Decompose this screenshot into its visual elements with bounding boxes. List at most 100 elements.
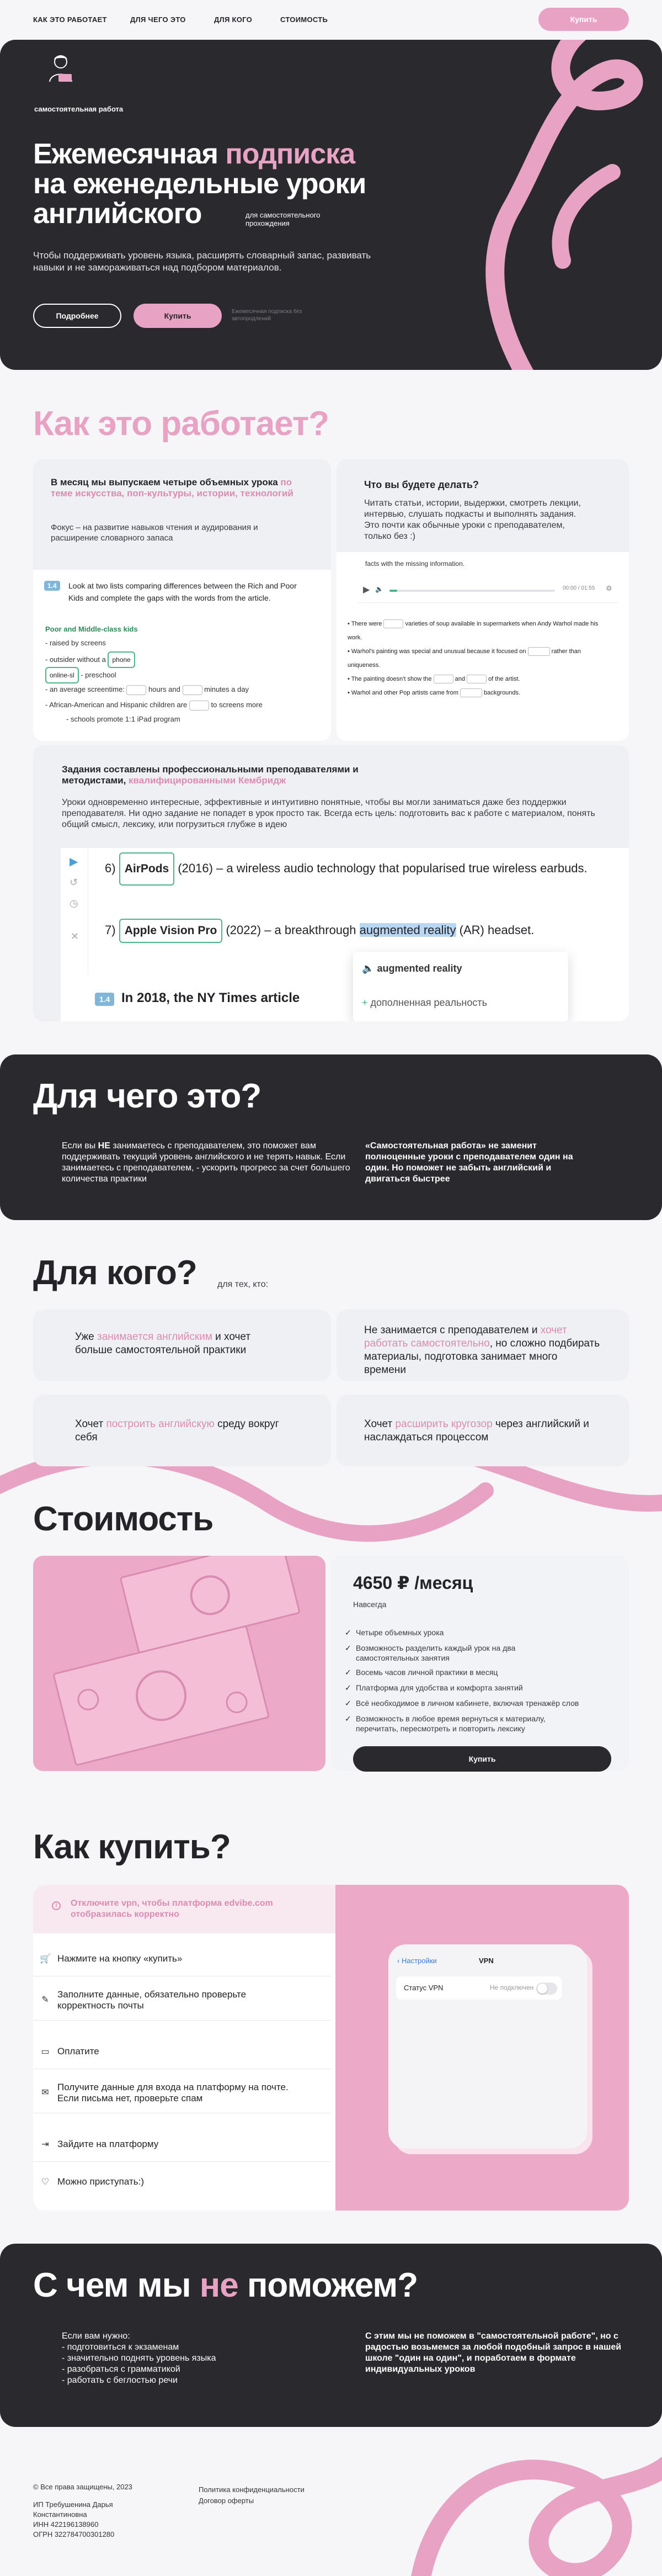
settings-icon[interactable]: ⚙ bbox=[606, 584, 612, 593]
translation-popup: 🔈 augmented reality + дополненная реальн… bbox=[353, 952, 568, 1021]
nav-buy-button[interactable]: Купить bbox=[538, 8, 629, 31]
how-card-teachers: Задания составлены профессиональными пре… bbox=[33, 745, 629, 1021]
buy-step-2: ✎ Заполните данные, обязательно проверьте… bbox=[33, 1980, 331, 2021]
vpn-toggle[interactable] bbox=[536, 1983, 557, 1995]
gap-input[interactable] bbox=[126, 685, 147, 695]
gap-text: and bbox=[455, 676, 466, 682]
phone-screen: ‹ Настройки VPN Статус VPN Не подключен bbox=[388, 1944, 587, 2149]
popup-term[interactable]: 🔈 augmented reality bbox=[362, 963, 462, 974]
who-text: Не занимается с преподавателем и bbox=[364, 1324, 541, 1336]
mail-icon: ✉ bbox=[41, 2087, 49, 2097]
close-icon[interactable]: ✕ bbox=[71, 931, 79, 942]
how-title: Как это работает? bbox=[33, 405, 329, 443]
task-number: 1.4 bbox=[95, 993, 115, 1006]
hero-buy-button[interactable]: Купить bbox=[134, 304, 222, 328]
price-buy-button[interactable]: Купить bbox=[353, 1746, 611, 1772]
replay-icon[interactable]: ↺ bbox=[70, 877, 78, 888]
answer-chip[interactable]: AirPods bbox=[119, 852, 175, 886]
timer-icon[interactable]: ◷ bbox=[70, 898, 78, 909]
volume-icon[interactable]: 🔈 bbox=[375, 585, 383, 593]
gap-input[interactable] bbox=[460, 688, 482, 698]
footer-legal: © Все права защищены, 2023 ИП Требушенин… bbox=[33, 2482, 143, 2540]
offer-agreement-link[interactable]: Договор оферты bbox=[199, 2495, 305, 2506]
audio-player[interactable]: ▶ 🔈 00:00 / 01:55 ⚙ bbox=[359, 579, 618, 603]
lesson-toolbar: ▶ ↺ ◷ ✕ bbox=[61, 848, 88, 975]
gap-line: • There were varieties of soup available… bbox=[348, 617, 612, 645]
vocab-line-airpods: 6) AirPods (2016) – a wireless audio tec… bbox=[105, 852, 601, 886]
help-title-pink: не bbox=[199, 2266, 239, 2304]
why-left-b: НЕ bbox=[98, 1141, 110, 1151]
price-image bbox=[33, 1556, 325, 1771]
nav-link-how[interactable]: КАК ЭТО РАБОТАЕТ bbox=[33, 15, 107, 24]
phone-row-label: Статус VPN bbox=[404, 1984, 444, 1992]
how-card2-title: Что вы будете делать? bbox=[364, 479, 479, 490]
vpn-warning: ! Отключите vpn, чтобы платформа edvibe.… bbox=[33, 1885, 337, 1933]
phone-back-button[interactable]: ‹ Настройки bbox=[397, 1957, 437, 1965]
list-item-text: to screens more bbox=[211, 701, 263, 709]
gap-text: • There were bbox=[348, 621, 382, 627]
help-right: С этим мы не поможем в "самостоятельной … bbox=[365, 2331, 622, 2374]
line-text: (2016) – a wireless audio technology tha… bbox=[178, 861, 588, 875]
price-feature: Платформа для удобства и комфорта заняти… bbox=[345, 1683, 599, 1693]
add-word-icon[interactable]: + bbox=[362, 997, 368, 1008]
hero-note: Ежемесячная подписка без автопродлений bbox=[232, 309, 302, 322]
how-card1-sub: Фокус – на развитие навыков чтения и ауд… bbox=[51, 523, 258, 543]
gap-line: • The painting doesn't show the and of t… bbox=[348, 672, 612, 686]
speaker-icon[interactable]: 🔈 bbox=[362, 963, 374, 974]
how-card1-title-a: В месяц мы выпускаем четыре объемных уро… bbox=[51, 477, 281, 487]
popup-translation-text: дополненная реальность bbox=[370, 997, 487, 1008]
why-left-a: Если вы bbox=[62, 1141, 98, 1151]
gap-input[interactable] bbox=[189, 700, 209, 711]
how-card1-title: В месяц мы выпускаем четыре объемных уро… bbox=[51, 477, 293, 499]
hero-title-a: Ежемесячная bbox=[33, 138, 226, 170]
how-card3-title: Задания составлены профессиональными пре… bbox=[62, 764, 404, 786]
nav-link-why[interactable]: ДЛЯ ЧЕГО ЭТО bbox=[130, 15, 186, 24]
heart-icon: ♡ bbox=[41, 2177, 50, 2187]
edit-icon: ✎ bbox=[41, 1995, 49, 2005]
who-pink: построить английскую bbox=[106, 1418, 215, 1430]
help-title-a: С чем мы bbox=[33, 2266, 200, 2304]
lesson-preview-2: facts with the missing information. ▶ 🔈 … bbox=[337, 552, 629, 741]
help-title: С чем мы не поможем? bbox=[33, 2266, 418, 2305]
gap-text: • Warhol and other Pop artists came from bbox=[348, 690, 458, 696]
popup-term-text: augmented reality bbox=[377, 963, 462, 974]
phone-vpn-row[interactable]: Статус VPN Не подключен bbox=[396, 1976, 562, 2000]
login-icon: ⇥ bbox=[41, 2139, 49, 2149]
list-item-text: hours and bbox=[148, 685, 180, 693]
audio-progress[interactable] bbox=[389, 590, 555, 592]
gap-text: • The painting doesn't show the bbox=[348, 676, 432, 682]
list-item: - African-American and Hispanic children… bbox=[45, 698, 263, 712]
gap-input[interactable] bbox=[433, 675, 453, 684]
popup-translation[interactable]: + дополненная реальность bbox=[362, 997, 487, 1009]
task-instruction: Look at two lists comparing differences … bbox=[68, 581, 297, 602]
step-text: Можно приступать:) bbox=[57, 2176, 145, 2187]
help-left-item: - разобраться с грамматикой bbox=[62, 2365, 180, 2374]
gap-input[interactable] bbox=[182, 685, 202, 695]
gap-input[interactable] bbox=[467, 675, 487, 684]
answer-chip[interactable]: phone bbox=[108, 651, 135, 668]
who-card-1: Уже занимается английским и хочет больше… bbox=[33, 1310, 331, 1381]
privacy-policy-link[interactable]: Политика конфиденциальности bbox=[199, 2484, 305, 2495]
step-text: Зайдите на платформу bbox=[57, 2138, 159, 2149]
play-icon[interactable]: ▶ bbox=[363, 584, 370, 595]
footer-inn: ИНН 422196138960 bbox=[33, 2520, 99, 2529]
who-subtitle: для тех, кто: bbox=[217, 1280, 269, 1289]
who-text: Уже bbox=[75, 1331, 97, 1343]
lesson-preview-1: 1.4 Look at two lists comparing differen… bbox=[33, 570, 331, 741]
phone-title: VPN bbox=[479, 1957, 494, 1965]
who-pink: занимается английским bbox=[97, 1331, 212, 1343]
buy-step-3: ▭ Оплатите bbox=[33, 2034, 331, 2069]
gap-input[interactable] bbox=[527, 647, 550, 656]
hero-more-button[interactable]: Подробнее bbox=[33, 304, 121, 328]
highlighted-word[interactable]: augmented reality bbox=[359, 923, 456, 937]
who-title: Для кого? bbox=[33, 1254, 197, 1292]
nav-link-price[interactable]: СТОИМОСТЬ bbox=[280, 15, 328, 24]
answer-chip[interactable]: online-sl bbox=[45, 667, 79, 683]
gap-input[interactable] bbox=[383, 619, 404, 629]
answer-chip[interactable]: Apple Vision Pro bbox=[119, 919, 223, 943]
nav-link-who[interactable]: ДЛЯ КОГО bbox=[214, 15, 252, 24]
hero-title-pink: подписка bbox=[225, 138, 355, 170]
price-card: 4650 ₽ /месяц Навсегда bbox=[331, 1556, 629, 1771]
help-section: С чем мы не поможем? Если вам нужно: - п… bbox=[0, 2244, 662, 2427]
play-icon[interactable]: ▶ bbox=[70, 855, 78, 868]
